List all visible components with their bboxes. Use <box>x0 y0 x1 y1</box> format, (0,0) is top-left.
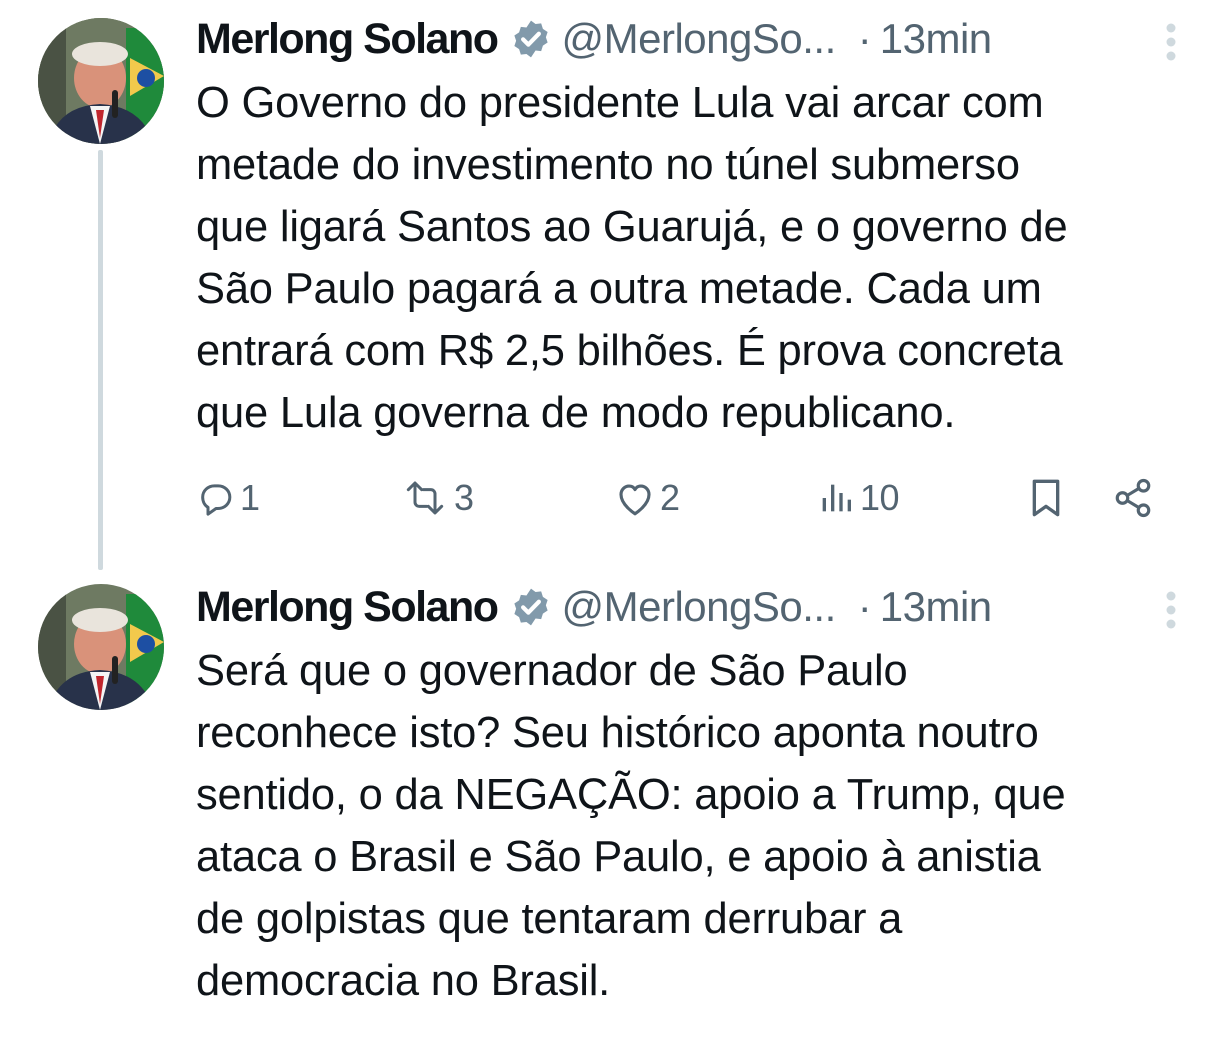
like-button[interactable]: 2 <box>614 468 680 528</box>
tweet-text-line: de golpistas que tentaram derrubar a <box>196 895 903 943</box>
tweet-timestamp[interactable]: 13min <box>880 583 992 631</box>
tweet-text-line: São Paulo pagará a outra metade. Cada um <box>196 265 1042 313</box>
tweet-timestamp[interactable]: 13min <box>880 15 992 63</box>
author-handle[interactable]: @MerlongSo... <box>562 15 837 63</box>
reply-button[interactable]: 1 <box>196 468 260 528</box>
author-name[interactable]: Merlong Solano <box>196 583 499 632</box>
like-count: 2 <box>660 477 680 518</box>
bookmark-button[interactable] <box>1026 468 1066 528</box>
author-handle[interactable]: @MerlongSo... <box>562 583 837 631</box>
tweet-text: Será que o governador de São Paulo recon… <box>196 640 1186 1012</box>
thread-connector <box>98 150 103 570</box>
tweet[interactable]: Merlong Solano @MerlongSo... · 13min Ser… <box>0 570 1220 1042</box>
tweet-text-line: Será que o governador de São Paulo <box>196 647 908 695</box>
tweet-actions: 1 3 2 10 <box>196 468 1162 528</box>
retweet-button[interactable]: 3 <box>400 468 474 528</box>
tweet-text-line: sentido, o da NEGAÇÃO: apoio a Trump, qu… <box>196 771 1066 819</box>
tweet-header: Merlong Solano @MerlongSo... · 13min <box>196 582 1182 632</box>
views-button[interactable]: 10 <box>816 468 900 528</box>
retweet-icon <box>400 478 450 518</box>
share-icon <box>1112 477 1154 519</box>
tweet-header: Merlong Solano @MerlongSo... · 13min <box>196 14 1182 64</box>
separator-dot: · <box>857 15 872 62</box>
verified-badge-icon <box>510 586 552 628</box>
author-name[interactable]: Merlong Solano <box>196 15 499 64</box>
more-options-icon[interactable] <box>1160 588 1182 632</box>
views-count: 10 <box>860 477 900 518</box>
tweet[interactable]: Merlong Solano @MerlongSo... · 13min O G… <box>0 0 1220 570</box>
tweet-text-line: que Lula governa de modo republicano. <box>196 389 956 437</box>
more-options-icon[interactable] <box>1160 20 1182 64</box>
avatar[interactable] <box>38 18 164 144</box>
tweet-text-line: ataca o Brasil e São Paulo, e apoio à an… <box>196 833 1041 881</box>
reply-count: 1 <box>240 477 260 518</box>
bookmark-icon <box>1026 475 1066 521</box>
tweet-text: O Governo do presidente Lula vai arcar c… <box>196 72 1186 444</box>
separator-dot: · <box>857 583 872 630</box>
tweet-text-line: que ligará Santos ao Guarujá, e o govern… <box>196 203 1068 251</box>
tweet-text-line: O Governo do presidente Lula vai arcar c… <box>196 79 1044 127</box>
retweet-count: 3 <box>454 477 474 518</box>
reply-icon <box>196 478 236 518</box>
tweet-text-line: democracia no Brasil. <box>196 957 611 1005</box>
share-button[interactable] <box>1112 468 1154 528</box>
tweet-text-line: entrará com R$ 2,5 bilhões. É prova conc… <box>196 327 1063 375</box>
verified-badge-icon <box>510 18 552 60</box>
avatar[interactable] <box>38 584 164 710</box>
tweet-text-line: reconhece isto? Seu histórico aponta nou… <box>196 709 1039 757</box>
tweet-text-line: metade do investimento no túnel submerso <box>196 141 1020 189</box>
views-icon <box>816 478 856 518</box>
like-icon <box>614 478 656 518</box>
